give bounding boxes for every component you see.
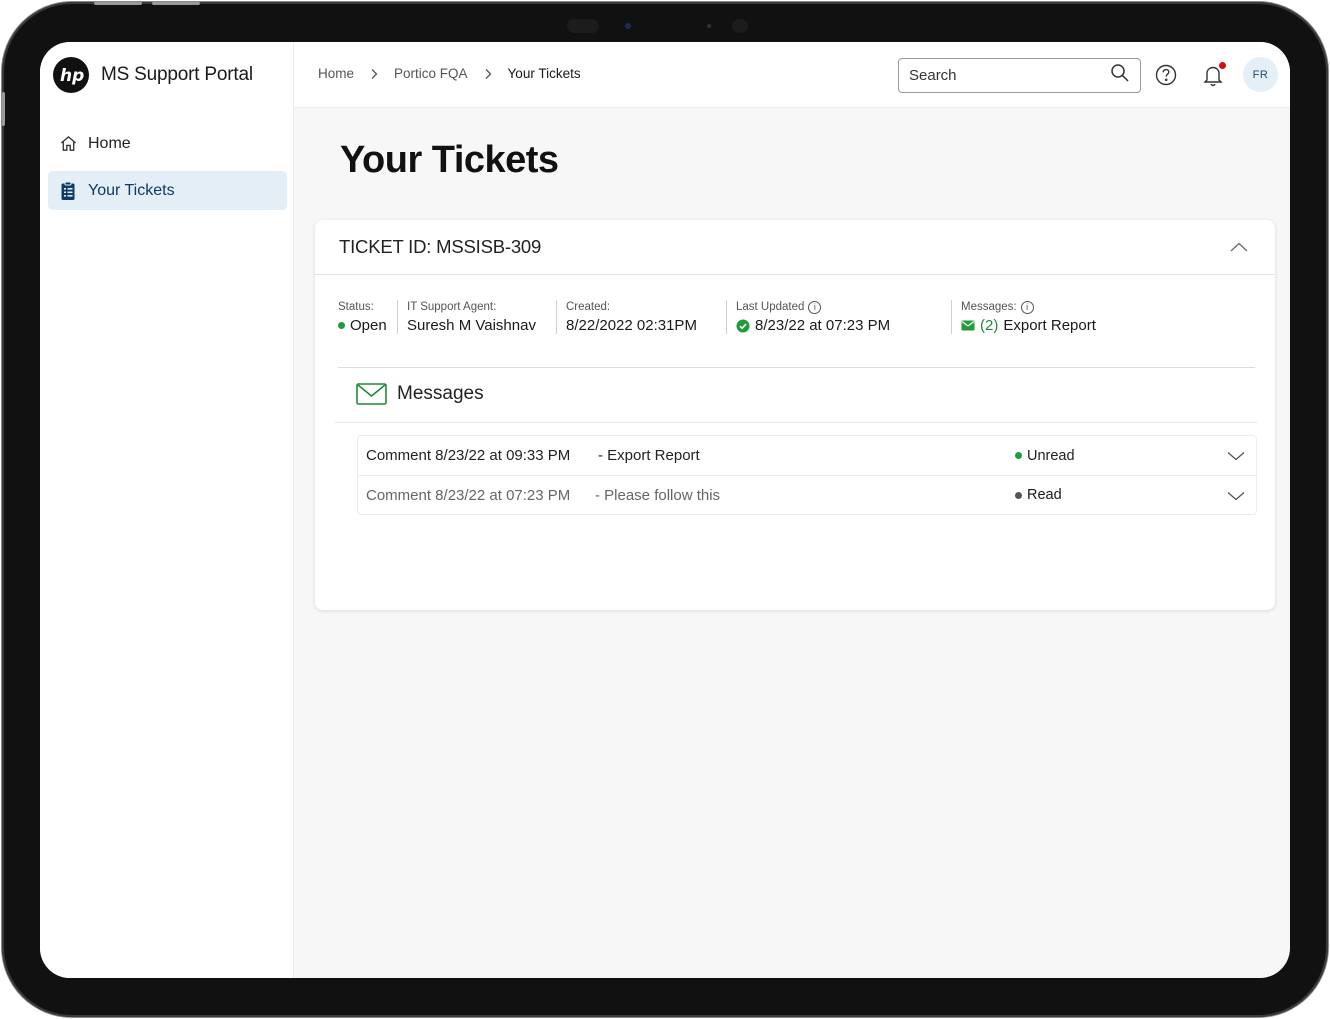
device-button (2, 92, 5, 126)
breadcrumb-your-tickets: Your Tickets (507, 66, 581, 81)
sidebar: hp MS Support Portal Home Your Tickets (40, 42, 294, 978)
envelope-icon (356, 383, 387, 405)
message-subject: - Please follow this (595, 486, 721, 504)
tablet-frame: hp MS Support Portal Home Your Tickets H… (2, 2, 1328, 1017)
clipboard-icon (58, 181, 78, 201)
info-icon[interactable]: i (1020, 300, 1034, 314)
top-header: Home Portico FQA Your Tickets Search FR (294, 42, 1290, 108)
chevron-right-icon (370, 68, 378, 80)
list-item[interactable]: Comment 8/23/22 at 07:23 PM - Please fol… (358, 475, 1256, 514)
svg-text:hp: hp (60, 66, 84, 86)
ticket-card: TICKET ID: MSSISB-309 Status: Open IT Su… (315, 220, 1275, 610)
sidebar-item-label: Your Tickets (88, 181, 175, 199)
ticket-id: TICKET ID: MSSISB-309 (339, 236, 542, 257)
created-value: 8/22/2022 02:31PM (566, 317, 697, 334)
mail-icon (961, 320, 975, 331)
status-value: Open (350, 317, 387, 334)
check-circle-icon (736, 319, 750, 332)
messages-count: (2) (980, 317, 999, 334)
breadcrumb-portico-fqa[interactable]: Portico FQA (394, 66, 468, 81)
sidebar-item-label: Home (88, 134, 131, 152)
message-status: Unread (1015, 448, 1075, 464)
brand-name: MS Support Portal (101, 63, 253, 85)
device-button (152, 2, 200, 5)
chevron-down-icon[interactable] (1226, 487, 1246, 505)
search-icon[interactable] (1110, 63, 1130, 88)
sidebar-item-your-tickets[interactable]: Your Tickets (48, 171, 287, 210)
status-dot (1015, 452, 1022, 459)
page-title: Your Tickets (340, 139, 559, 181)
meta-status: Status: Open (338, 301, 387, 334)
status-dot (338, 322, 345, 329)
search-box[interactable] (898, 58, 1141, 93)
sidebar-nav: Home Your Tickets (48, 124, 287, 218)
home-icon (58, 134, 78, 154)
camera-bar (567, 17, 767, 35)
device-button (94, 2, 142, 5)
meta-created: Created: 8/22/2022 02:31PM (556, 300, 697, 334)
meta-messages: Messages: i (2) Export Report (951, 300, 1096, 334)
chevron-down-icon[interactable] (1226, 447, 1246, 465)
message-comment: Comment 8/23/22 at 07:23 PM (366, 486, 571, 504)
ticket-card-header[interactable]: TICKET ID: MSSISB-309 (315, 220, 1275, 275)
breadcrumb: Home Portico FQA Your Tickets (318, 66, 581, 81)
hp-logo-icon: hp (53, 56, 89, 93)
divider (338, 367, 1255, 368)
meta-last-updated: Last Updated i 8/23/22 at 07:23 PM (726, 300, 890, 334)
search-input[interactable] (909, 67, 1110, 84)
status-dot (1015, 491, 1022, 499)
chevron-up-icon[interactable] (1227, 235, 1251, 259)
updated-value: 8/23/22 at 07:23 PM (755, 317, 891, 334)
notification-badge (1219, 62, 1226, 69)
message-comment: Comment 8/23/22 at 09:33 PM (366, 447, 571, 464)
message-subject: - Export Report (598, 447, 700, 464)
messages-heading: Messages (356, 383, 484, 405)
notification-bell-icon[interactable] (1200, 62, 1226, 88)
messages-value: Export Report (1003, 317, 1096, 334)
brand[interactable]: hp MS Support Portal (40, 42, 294, 107)
meta-agent: IT Support Agent: Suresh M Vaishnav (397, 300, 536, 334)
help-icon[interactable] (1153, 62, 1179, 88)
sidebar-item-home[interactable]: Home (48, 124, 287, 163)
agent-value: Suresh M Vaishnav (407, 317, 536, 334)
app-screen: hp MS Support Portal Home Your Tickets H… (40, 42, 1290, 978)
chevron-right-icon (484, 68, 492, 80)
divider (335, 422, 1257, 423)
messages-link[interactable]: (2) Export Report (961, 317, 1096, 334)
avatar[interactable]: FR (1243, 57, 1278, 92)
breadcrumb-home[interactable]: Home (318, 66, 354, 81)
message-list: Comment 8/23/22 at 09:33 PM - Export Rep… (357, 435, 1257, 515)
info-icon[interactable]: i (808, 300, 822, 314)
list-item[interactable]: Comment 8/23/22 at 09:33 PM - Export Rep… (358, 436, 1256, 475)
message-status: Read (1015, 487, 1062, 503)
